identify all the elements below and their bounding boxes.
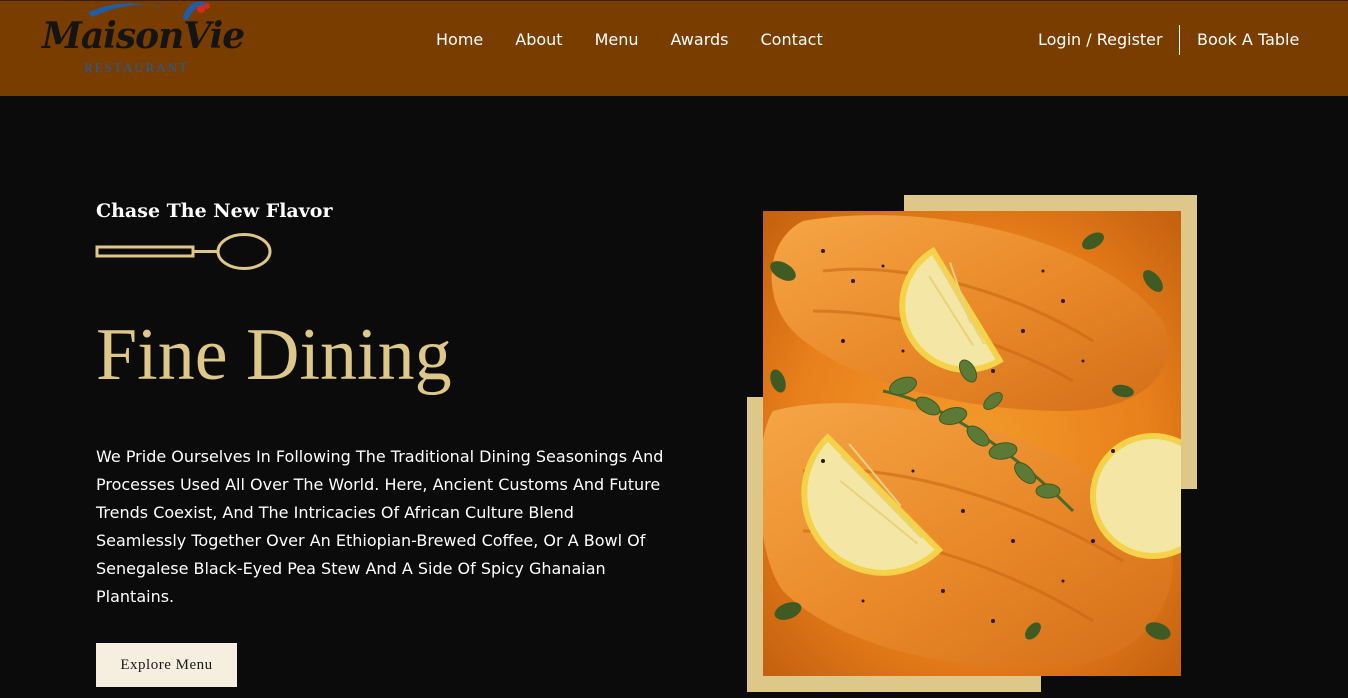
logo-wordmark: MaisonVie [42,15,245,57]
food-image [763,211,1181,676]
header-divider [1179,25,1180,55]
logo-subtitle: RESTAURANT [84,60,189,75]
main-nav: Home About Menu Awards Contact [436,29,823,51]
hero-title: Fine Dining [96,314,452,396]
explore-menu-button[interactable]: Explore Menu [96,643,237,687]
hero-tagline: Chase The New Flavor [96,200,333,222]
nav-awards[interactable]: Awards [671,29,729,51]
nav-menu[interactable]: Menu [595,29,639,51]
nav-contact[interactable]: Contact [760,29,822,51]
nav-about[interactable]: About [515,29,562,51]
site-header: MaisonVie RESTAURANT Home About Menu Awa… [0,0,1348,96]
brand-logo[interactable]: MaisonVie RESTAURANT [36,0,246,79]
book-table-link[interactable]: Book A Table [1197,29,1299,51]
salmon-dish-illustration [763,211,1181,676]
hero-description: We Pride Ourselves In Following The Trad… [96,447,664,606]
spoon-icon [95,233,272,270]
login-register-link[interactable]: Login / Register [1038,29,1163,51]
nav-home[interactable]: Home [436,29,483,51]
